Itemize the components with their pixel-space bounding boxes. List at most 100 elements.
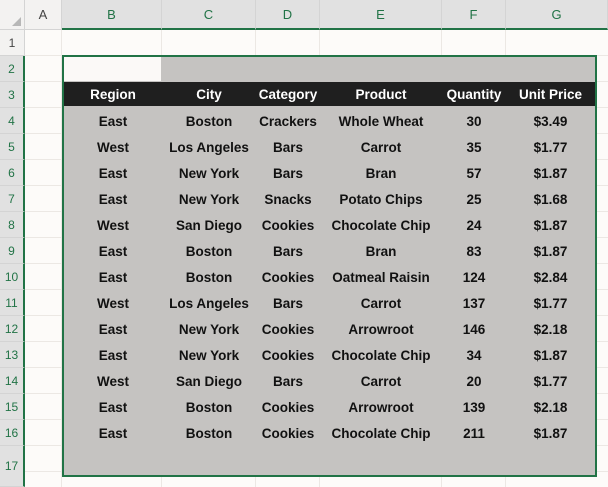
- row-header-5[interactable]: 5: [0, 134, 25, 160]
- cell-product[interactable]: Chocolate Chip: [320, 420, 442, 446]
- row-header-15[interactable]: 15: [0, 394, 25, 420]
- cell-unit-price[interactable]: $2.84: [506, 264, 595, 290]
- row-header-11[interactable]: 11: [0, 290, 25, 316]
- cell-category[interactable]: Cookies: [256, 264, 320, 290]
- cell-category[interactable]: Bars: [256, 134, 320, 160]
- cell-city[interactable]: Los Angeles: [162, 290, 256, 316]
- cell-product[interactable]: Oatmeal Raisin: [320, 264, 442, 290]
- cell-category[interactable]: Bars: [256, 368, 320, 394]
- column-header-e[interactable]: E: [320, 0, 442, 30]
- cell-product[interactable]: Chocolate Chip: [320, 212, 442, 238]
- cell-category[interactable]: Cookies: [256, 212, 320, 238]
- cell-quantity[interactable]: 146: [442, 316, 506, 342]
- row-header-1[interactable]: 1: [0, 30, 25, 56]
- cell-unit-price[interactable]: $2.18: [506, 394, 595, 420]
- row-header-7[interactable]: 7: [0, 186, 25, 212]
- cell-city[interactable]: New York: [162, 186, 256, 212]
- row-header-16[interactable]: 16: [0, 420, 25, 446]
- row-header-6[interactable]: 6: [0, 160, 25, 186]
- cell-region[interactable]: West: [64, 368, 162, 394]
- cell-unit-price[interactable]: $1.87: [506, 212, 595, 238]
- column-header-a[interactable]: A: [25, 0, 62, 30]
- cell-quantity[interactable]: 25: [442, 186, 506, 212]
- cell-unit-price[interactable]: $1.77: [506, 134, 595, 160]
- cell-unit-price[interactable]: $1.87: [506, 238, 595, 264]
- cell-category[interactable]: Cookies: [256, 342, 320, 368]
- cell-region[interactable]: East: [64, 264, 162, 290]
- cell-city[interactable]: New York: [162, 160, 256, 186]
- cell-unit-price[interactable]: $1.87: [506, 420, 595, 446]
- cell-unit-price[interactable]: $1.77: [506, 368, 595, 394]
- select-all-corner[interactable]: [0, 0, 25, 30]
- cell-unit-price[interactable]: $1.87: [506, 160, 595, 186]
- cell-city[interactable]: Boston: [162, 394, 256, 420]
- cell-unit-price[interactable]: $3.49: [506, 108, 595, 134]
- cell-quantity[interactable]: 34: [442, 342, 506, 368]
- column-header-c[interactable]: C: [162, 0, 256, 30]
- cell-category[interactable]: Cookies: [256, 316, 320, 342]
- cell-city[interactable]: Boston: [162, 238, 256, 264]
- cell-unit-price[interactable]: $1.87: [506, 342, 595, 368]
- cell-region[interactable]: East: [64, 160, 162, 186]
- cell-city[interactable]: Boston: [162, 108, 256, 134]
- cell-category[interactable]: Snacks: [256, 186, 320, 212]
- cell-category[interactable]: Bars: [256, 290, 320, 316]
- cell-quantity[interactable]: 139: [442, 394, 506, 420]
- cell-quantity[interactable]: 20: [442, 368, 506, 394]
- cell-region[interactable]: West: [64, 290, 162, 316]
- column-header-b[interactable]: B: [62, 0, 162, 30]
- cell-region[interactable]: West: [64, 134, 162, 160]
- cell-product[interactable]: Whole Wheat: [320, 108, 442, 134]
- cell-category[interactable]: Bars: [256, 238, 320, 264]
- cell-quantity[interactable]: 30: [442, 108, 506, 134]
- cell-region[interactable]: East: [64, 238, 162, 264]
- cell-unit-price[interactable]: $1.68: [506, 186, 595, 212]
- cell-region[interactable]: East: [64, 342, 162, 368]
- active-cell[interactable]: [64, 57, 161, 81]
- cell-city[interactable]: Boston: [162, 420, 256, 446]
- row-header-2[interactable]: 2: [0, 56, 25, 82]
- cell-quantity[interactable]: 24: [442, 212, 506, 238]
- row-header-14[interactable]: 14: [0, 368, 25, 394]
- row-header-3[interactable]: 3: [0, 82, 25, 108]
- cell-quantity[interactable]: 83: [442, 238, 506, 264]
- cell-region[interactable]: East: [64, 420, 162, 446]
- cell-product[interactable]: Carrot: [320, 134, 442, 160]
- cell-city[interactable]: San Diego: [162, 368, 256, 394]
- cell-city[interactable]: New York: [162, 342, 256, 368]
- cell-product[interactable]: Carrot: [320, 290, 442, 316]
- row-header-4[interactable]: 4: [0, 108, 25, 134]
- column-header-f[interactable]: F: [442, 0, 506, 30]
- cell-unit-price[interactable]: $2.18: [506, 316, 595, 342]
- column-header-d[interactable]: D: [256, 0, 320, 30]
- cell-quantity[interactable]: 137: [442, 290, 506, 316]
- cell-city[interactable]: Los Angeles: [162, 134, 256, 160]
- cell-region[interactable]: East: [64, 394, 162, 420]
- cell-product[interactable]: Chocolate Chip: [320, 342, 442, 368]
- cell-city[interactable]: San Diego: [162, 212, 256, 238]
- cell-product[interactable]: Potato Chips: [320, 186, 442, 212]
- row-header-17[interactable]: 17: [0, 446, 25, 487]
- column-header-g[interactable]: G: [506, 0, 608, 30]
- cell-quantity[interactable]: 35: [442, 134, 506, 160]
- cell-quantity[interactable]: 124: [442, 264, 506, 290]
- cell-quantity[interactable]: 57: [442, 160, 506, 186]
- cell-category[interactable]: Cookies: [256, 394, 320, 420]
- cell-region[interactable]: West: [64, 212, 162, 238]
- cell-category[interactable]: Bars: [256, 160, 320, 186]
- row-header-12[interactable]: 12: [0, 316, 25, 342]
- row-header-10[interactable]: 10: [0, 264, 25, 290]
- cell-quantity[interactable]: 211: [442, 420, 506, 446]
- row-header-13[interactable]: 13: [0, 342, 25, 368]
- cell-unit-price[interactable]: $1.77: [506, 290, 595, 316]
- cell-city[interactable]: New York: [162, 316, 256, 342]
- cell-product[interactable]: Bran: [320, 160, 442, 186]
- cell-city[interactable]: Boston: [162, 264, 256, 290]
- cell-product[interactable]: Arrowroot: [320, 316, 442, 342]
- cell-region[interactable]: East: [64, 316, 162, 342]
- cell-region[interactable]: East: [64, 186, 162, 212]
- cell-product[interactable]: Arrowroot: [320, 394, 442, 420]
- cell-category[interactable]: Cookies: [256, 420, 320, 446]
- cell-category[interactable]: Crackers: [256, 108, 320, 134]
- row-header-9[interactable]: 9: [0, 238, 25, 264]
